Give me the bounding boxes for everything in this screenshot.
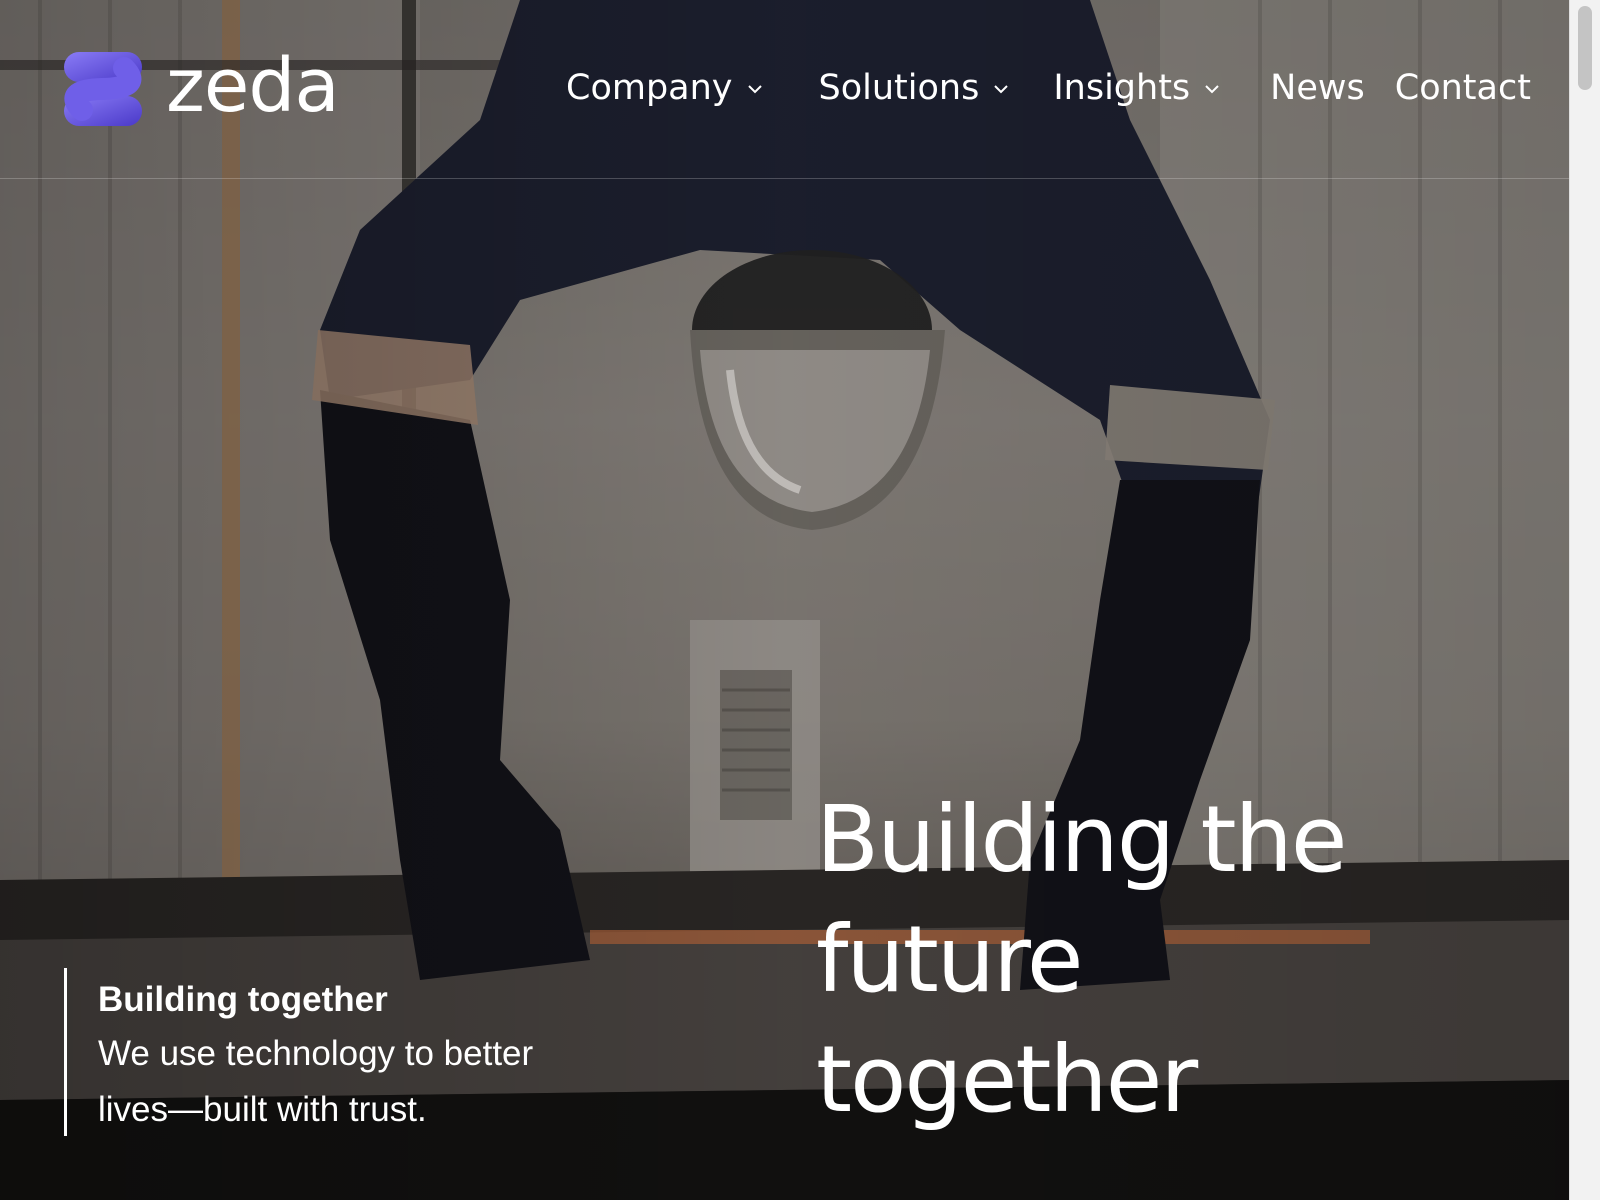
scrollbar-thumb[interactable] [1578,6,1592,90]
nav-item-label: Insights [1053,68,1191,108]
nav-item-label: Solutions [818,68,980,108]
nav-item-label: Contact [1394,68,1531,108]
nav-item-company[interactable]: Company [566,66,763,110]
nav-item-contact[interactable]: Contact [1395,66,1531,110]
zeda-logo-icon [64,52,142,126]
hero-headline: Building the future together [816,780,1456,1140]
chevron-down-icon [747,85,762,94]
nav-item-news[interactable]: News [1270,66,1365,110]
headline-line: future [816,906,1083,1013]
brand-logo[interactable]: zeda [62,43,340,130]
site-header: zeda Company Solutions Insights News Con… [0,0,1570,179]
page: zeda Company Solutions Insights News Con… [0,0,1600,1200]
headline-line: together [816,1026,1198,1133]
nav-item-insights[interactable]: Insights [1053,66,1220,110]
headline-line: Building the [816,786,1347,893]
nav-item-solutions[interactable]: Solutions [819,66,1010,110]
tagline-body-line: We use technology to better [98,1034,534,1073]
tagline-body-line: lives—built with trust. [98,1090,427,1129]
page-scrollbar[interactable] [1569,0,1600,1200]
hero-tagline: Building together We use technology to b… [64,968,618,1136]
main-nav: Company Solutions Insights News Contact [566,66,1531,110]
tagline-title: Building together [98,980,388,1019]
brand-name: zeda [166,43,340,129]
chevron-down-icon [1205,85,1219,94]
chevron-down-icon [994,85,1009,94]
nav-item-label: Company [566,68,733,108]
tagline-body: We use technology to better lives—built … [98,1026,618,1138]
nav-item-label: News [1270,68,1365,108]
